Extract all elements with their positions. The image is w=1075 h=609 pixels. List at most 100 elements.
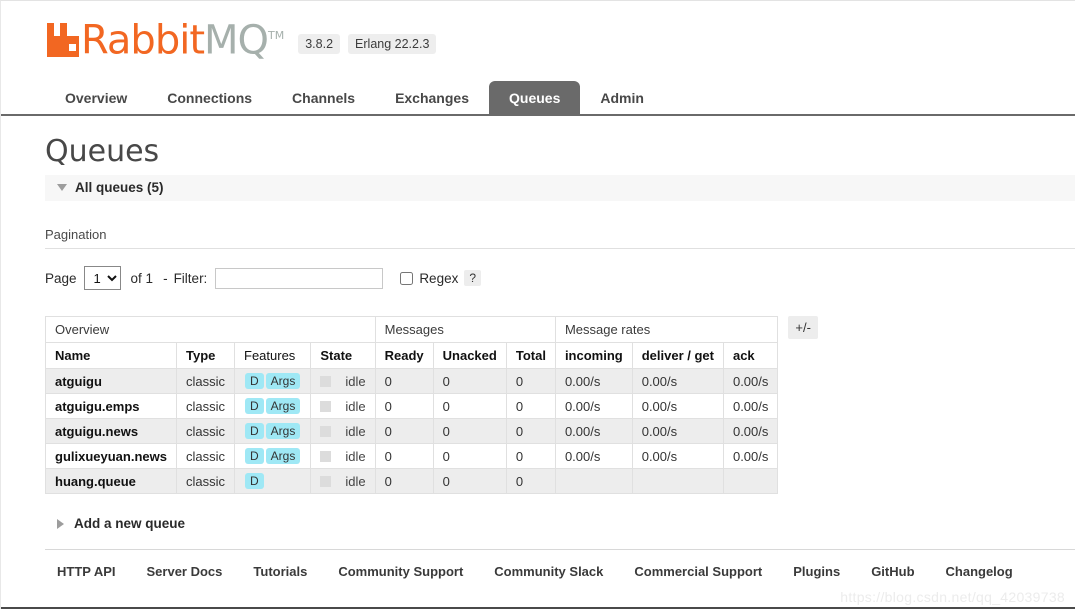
feature-badge[interactable]: Args <box>266 423 301 439</box>
add-new-queue-section[interactable]: Add a new queue <box>45 516 1045 531</box>
state-indicator-icon <box>320 451 331 462</box>
tab-exchanges[interactable]: Exchanges <box>375 81 489 114</box>
rabbitmq-logo[interactable]: RabbitMQTM <box>45 17 284 59</box>
column-header-name[interactable]: Name <box>46 343 177 369</box>
cell-unacked: 0 <box>433 469 506 494</box>
footer-link-github[interactable]: GitHub <box>871 564 914 579</box>
feature-badge[interactable]: D <box>245 448 264 464</box>
page-title: Queues <box>45 134 1045 169</box>
cell-total: 0 <box>506 419 555 444</box>
cell-state: idle <box>311 394 375 419</box>
queue-name-link[interactable]: atguigu <box>55 374 102 389</box>
page-label: Page <box>45 271 77 286</box>
page-header: RabbitMQTM 3.8.2 Erlang 22.2.3 <box>1 1 1075 59</box>
cell-ready: 0 <box>375 444 433 469</box>
table-row: atguigu.newsclassicDArgsidle0000.00/s0.0… <box>46 419 778 444</box>
tab-queues[interactable]: Queues <box>489 81 580 114</box>
queue-name-link[interactable]: atguigu.news <box>55 424 138 439</box>
cell-type: classic <box>176 394 234 419</box>
table-row: atguigu.empsclassicDArgsidle0000.00/s0.0… <box>46 394 778 419</box>
feature-badge[interactable]: D <box>245 398 264 414</box>
cell-incoming: 0.00/s <box>555 394 632 419</box>
cell-ready: 0 <box>375 469 433 494</box>
cell-deliver-get <box>632 469 723 494</box>
cell-unacked: 0 <box>433 394 506 419</box>
cell-type: classic <box>176 444 234 469</box>
footer-link-tutorials[interactable]: Tutorials <box>253 564 307 579</box>
cell-deliver-get: 0.00/s <box>632 419 723 444</box>
column-header-ready[interactable]: Ready <box>375 343 433 369</box>
footer-link-community-slack[interactable]: Community Slack <box>494 564 603 579</box>
feature-badge[interactable]: Args <box>266 398 301 414</box>
pagination-controls: Page 1 of 1 - Filter: Regex ? <box>45 266 1045 290</box>
tab-overview[interactable]: Overview <box>45 81 147 114</box>
cell-deliver-get: 0.00/s <box>632 394 723 419</box>
cell-total: 0 <box>506 394 555 419</box>
regex-label: Regex <box>419 271 458 286</box>
cell-unacked: 0 <box>433 444 506 469</box>
state-indicator-icon <box>320 401 331 412</box>
tab-admin[interactable]: Admin <box>580 81 664 114</box>
column-header-unacked[interactable]: Unacked <box>433 343 506 369</box>
toggle-columns-button[interactable]: +/- <box>788 316 818 339</box>
state-label: idle <box>345 449 365 464</box>
feature-badge[interactable]: D <box>245 473 264 489</box>
rabbit-logo-icon <box>45 21 79 59</box>
cell-state: idle <box>311 444 375 469</box>
cell-total: 0 <box>506 369 555 394</box>
group-header-messages: Messages <box>375 317 555 343</box>
queues-table-body: atguiguclassicDArgsidle0000.00/s0.00/s0.… <box>46 369 778 494</box>
cell-name: huang.queue <box>46 469 177 494</box>
state-indicator-icon <box>320 476 331 487</box>
cell-name: atguigu.emps <box>46 394 177 419</box>
footer-link-commercial-support[interactable]: Commercial Support <box>634 564 762 579</box>
tab-channels[interactable]: Channels <box>272 81 375 114</box>
column-header-total[interactable]: Total <box>506 343 555 369</box>
page-select[interactable]: 1 <box>84 266 121 290</box>
queues-table-head: Overview Messages Message rates Name Typ… <box>46 317 778 369</box>
regex-checkbox[interactable] <box>400 272 413 285</box>
footer-link-community-support[interactable]: Community Support <box>338 564 463 579</box>
chevron-right-icon[interactable] <box>57 519 64 529</box>
queue-name-link[interactable]: huang.queue <box>55 474 136 489</box>
pagination-separator: - <box>163 271 168 286</box>
column-header-type[interactable]: Type <box>176 343 234 369</box>
cell-ready: 0 <box>375 394 433 419</box>
cell-ack: 0.00/s <box>723 444 777 469</box>
tab-connections[interactable]: Connections <box>147 81 272 114</box>
logo-text-mq: MQ <box>204 17 268 63</box>
group-header-message-rates: Message rates <box>555 317 777 343</box>
logo-trademark: TM <box>268 29 284 42</box>
footer-link-http-api[interactable]: HTTP API <box>57 564 116 579</box>
regex-help-icon[interactable]: ? <box>464 270 481 286</box>
column-header-deliver-get[interactable]: deliver / get <box>632 343 723 369</box>
queues-table: Overview Messages Message rates Name Typ… <box>45 316 778 494</box>
chevron-down-icon[interactable] <box>57 184 67 191</box>
state-indicator-icon <box>320 376 331 387</box>
footer-link-changelog[interactable]: Changelog <box>946 564 1013 579</box>
feature-badge[interactable]: D <box>245 423 264 439</box>
column-header-incoming[interactable]: incoming <box>555 343 632 369</box>
group-header-overview: Overview <box>46 317 376 343</box>
cell-total: 0 <box>506 444 555 469</box>
rabbitmq-management-page: RabbitMQTM 3.8.2 Erlang 22.2.3 Overview … <box>0 0 1075 609</box>
feature-badge[interactable]: D <box>245 373 264 389</box>
filter-input[interactable] <box>215 268 383 289</box>
queue-name-link[interactable]: atguigu.emps <box>55 399 140 414</box>
cell-name: atguigu <box>46 369 177 394</box>
footer-link-plugins[interactable]: Plugins <box>793 564 840 579</box>
column-header-state[interactable]: State <box>311 343 375 369</box>
cell-state: idle <box>311 369 375 394</box>
cell-features: DArgs <box>235 419 311 444</box>
feature-badge[interactable]: Args <box>266 448 301 464</box>
all-queues-section-header[interactable]: All queues (5) <box>45 175 1075 201</box>
queues-table-wrapper: Overview Messages Message rates Name Typ… <box>45 316 1045 494</box>
cell-features: D <box>235 469 311 494</box>
column-header-ack[interactable]: ack <box>723 343 777 369</box>
state-label: idle <box>345 399 365 414</box>
footer-link-server-docs[interactable]: Server Docs <box>147 564 223 579</box>
table-group-header-row: Overview Messages Message rates <box>46 317 778 343</box>
feature-badge[interactable]: Args <box>266 373 301 389</box>
table-row: atguiguclassicDArgsidle0000.00/s0.00/s0.… <box>46 369 778 394</box>
queue-name-link[interactable]: gulixueyuan.news <box>55 449 167 464</box>
